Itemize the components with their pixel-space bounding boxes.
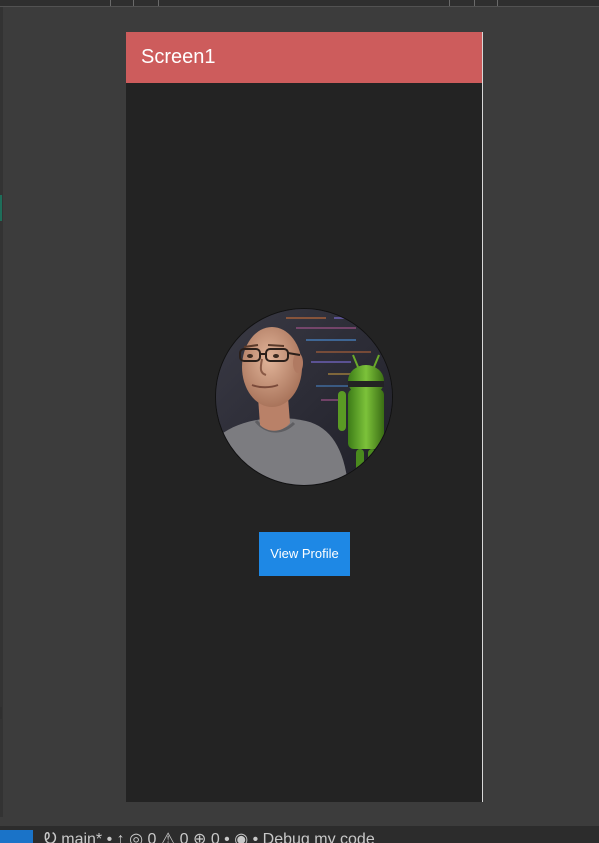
toolbar-separator (110, 0, 111, 6)
toolbar-separator (497, 0, 498, 6)
app-bar-title: Screen1 (141, 46, 216, 68)
profile-photo[interactable] (215, 308, 393, 486)
status-bar-text[interactable]: Ꭷ main* • ↑ ◎ 0 ⚠ 0 ⊕ 0 • ◉ • Debug my c… (44, 831, 375, 843)
gutter-change-marker (0, 195, 2, 221)
ide-gutter (0, 7, 3, 817)
profile-photo-image (216, 309, 392, 485)
view-profile-button[interactable]: View Profile (259, 532, 350, 576)
gutter-marker (0, 707, 2, 719)
toolbar-separator (133, 0, 134, 6)
remote-status-icon[interactable] (0, 830, 33, 843)
toolbar-separator (158, 0, 159, 6)
ide-window: Screen1 View Profile Ꭷ main* • ↑ ◎ 0 ⚠ 0… (0, 0, 599, 843)
ide-status-bar: Ꭷ main* • ↑ ◎ 0 ⚠ 0 ⊕ 0 • ◉ • Debug my c… (0, 826, 599, 843)
app-bar: Screen1 (126, 32, 482, 83)
ide-toolbar-strip (0, 0, 599, 7)
toolbar-separator (474, 0, 475, 6)
toolbar-separator (449, 0, 450, 6)
phone-preview: Screen1 View Profile (126, 32, 483, 802)
